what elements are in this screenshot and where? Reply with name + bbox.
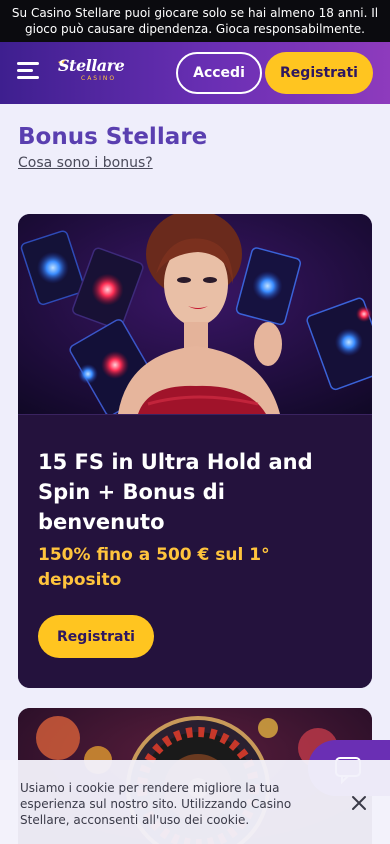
page-title: Bonus Stellare <box>18 124 208 150</box>
bonus-card-body: 15 FS in Ultra Hold and Spin + Bonus di … <box>18 414 372 688</box>
bonus-title: 15 FS in Ultra Hold and Spin + Bonus di … <box>38 450 313 534</box>
bonus-card: 15 FS in Ultra Hold and Spin + Bonus di … <box>18 214 372 688</box>
cookie-text: Usiamo i cookie per rendere migliore la … <box>20 781 292 827</box>
register-button-header[interactable]: Registrati <box>265 52 373 94</box>
site-header: Stellare CASINO Accedi Registrati <box>0 42 390 104</box>
logo-wordmark: Stellare <box>58 56 125 75</box>
casino-logo[interactable]: Stellare CASINO <box>56 56 132 88</box>
hamburger-menu-icon[interactable] <box>17 62 39 80</box>
cookie-notice: Usiamo i cookie per rendere migliore la … <box>0 760 390 844</box>
what-are-bonuses-link[interactable]: Cosa sono i bonus? <box>18 155 153 171</box>
age-restriction-banner: Su Casino Stellare puoi giocare solo se … <box>0 0 390 42</box>
register-button-card[interactable]: Registrati <box>38 615 154 658</box>
bonus-subtitle: 150% fino a 500 € sul 1° deposito <box>38 545 270 590</box>
close-icon[interactable] <box>350 794 368 812</box>
login-button[interactable]: Accedi <box>176 52 262 94</box>
age-restriction-text: Su Casino Stellare puoi giocare solo se … <box>11 6 379 36</box>
logo-subtext: CASINO <box>81 75 117 82</box>
bonus-promo-image <box>18 214 372 417</box>
